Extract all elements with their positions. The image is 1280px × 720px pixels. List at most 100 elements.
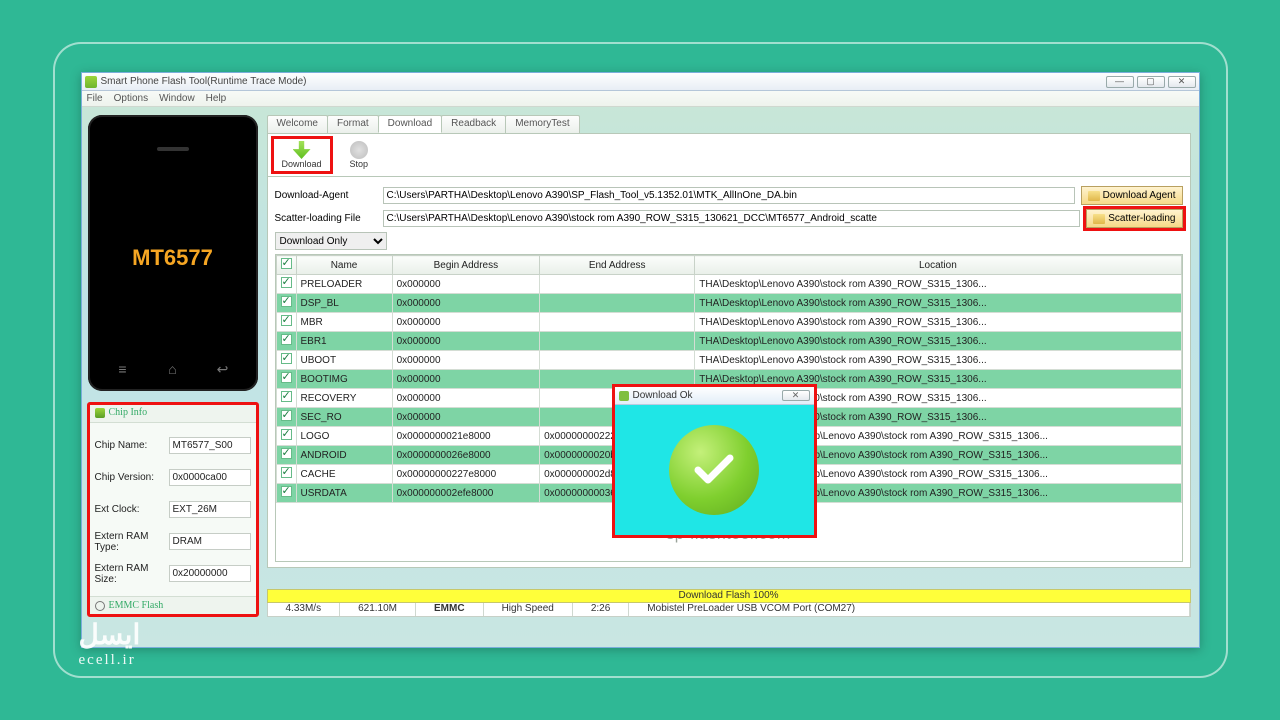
row-checkbox[interactable] [281, 391, 292, 402]
table-row[interactable]: DSP_BL0x000000 THA\Desktop\Lenovo A390\st… [276, 294, 1181, 313]
phone-back-icon: ↩ [213, 361, 233, 375]
row-checkbox[interactable] [281, 467, 292, 478]
menu-options[interactable]: Options [114, 91, 148, 106]
dialog-close-button[interactable]: ✕ [782, 390, 810, 401]
download-button[interactable]: Download [274, 139, 330, 171]
status-time: 2:26 [573, 603, 629, 616]
cell-end [540, 332, 695, 351]
table-row[interactable]: UBOOT0x000000 THA\Desktop\Lenovo A390\sto… [276, 351, 1181, 370]
status-emmc: EMMC [416, 603, 484, 616]
status-speed: 4.33M/s [268, 603, 341, 616]
tab-download[interactable]: Download [378, 115, 442, 133]
maximize-button[interactable]: ▢ [1137, 76, 1165, 88]
menu-help[interactable]: Help [206, 91, 227, 106]
table-row[interactable]: PRELOADER0x000000THA\Desktop\Lenovo A390… [276, 275, 1181, 294]
stop-button[interactable]: Stop [346, 139, 373, 171]
app-window: Smart Phone Flash Tool(Runtime Trace Mod… [81, 72, 1200, 648]
cell-name: RECOVERY [296, 389, 392, 408]
phone-menu-icon: ≡ [113, 361, 133, 375]
tab-welcome[interactable]: Welcome [267, 115, 329, 133]
status-total: 621.10M [340, 603, 416, 616]
tab-readback[interactable]: Readback [441, 115, 506, 133]
phone-preview: MT6577 ≡ ⌂ ↩ [88, 115, 258, 391]
cell-name: USRDATA [296, 484, 392, 503]
row-checkbox[interactable] [281, 429, 292, 440]
scatter-input[interactable] [383, 210, 1081, 227]
cell-end [540, 313, 695, 332]
window-title: Smart Phone Flash Tool(Runtime Trace Mod… [101, 76, 307, 87]
dialog-title: Download Ok [633, 390, 693, 401]
close-button[interactable]: ✕ [1168, 76, 1196, 88]
row-checkbox[interactable] [281, 372, 292, 383]
ram-size-value: 0x20000000 [169, 565, 251, 582]
cell-name: UBOOT [296, 351, 392, 370]
cell-name: DSP_BL [296, 294, 392, 313]
row-checkbox[interactable] [281, 296, 292, 307]
tab-memorytest[interactable]: MemoryTest [505, 115, 579, 133]
status-port: Mobistel PreLoader USB VCOM Port (COM27) [629, 603, 1189, 616]
status-bar: Download Flash 100% 4.33M/s 621.10M EMMC… [267, 589, 1191, 617]
scatter-label: Scatter-loading File [275, 213, 377, 224]
cell-begin: 0x000000 [392, 370, 540, 389]
table-row[interactable]: EBR10x000000 THA\Desktop\Lenovo A390\stoc… [276, 332, 1181, 351]
page-watermark: ایسل ecell.ir [79, 622, 141, 668]
cell-name: SEC_RO [296, 408, 392, 427]
check-all[interactable] [281, 258, 292, 269]
menu-file[interactable]: File [87, 91, 103, 106]
folder-icon [1088, 191, 1100, 201]
cell-location: THA\Desktop\Lenovo A390\stock rom A390_R… [695, 351, 1181, 370]
cell-begin: 0x000000 [392, 294, 540, 313]
cell-end [540, 294, 695, 313]
cell-name: MBR [296, 313, 392, 332]
tab-format[interactable]: Format [327, 115, 379, 133]
cell-location: THA\Desktop\Lenovo A390\stock rom A390_R… [695, 294, 1181, 313]
cell-location: THA\Desktop\Lenovo A390\stock rom A390_R… [695, 332, 1181, 351]
row-checkbox[interactable] [281, 315, 292, 326]
gear-icon [95, 601, 105, 611]
toolbar: Download Stop [267, 133, 1191, 177]
cell-name: EBR1 [296, 332, 392, 351]
cell-location: THA\Desktop\Lenovo A390\stock rom A390_R… [695, 313, 1181, 332]
cell-begin: 0x000000 [392, 351, 540, 370]
da-label: Download-Agent [275, 190, 377, 201]
phone-home-icon: ⌂ [163, 361, 183, 375]
download-icon [293, 141, 311, 159]
menu-window[interactable]: Window [159, 91, 195, 106]
chip-version-value: 0x0000ca00 [169, 469, 251, 486]
mode-select[interactable]: Download Only [275, 232, 387, 250]
chip-icon [95, 408, 105, 418]
row-checkbox[interactable] [281, 410, 292, 421]
status-mode: High Speed [484, 603, 573, 616]
row-checkbox[interactable] [281, 353, 292, 364]
cell-begin: 0x000000 [392, 332, 540, 351]
cell-begin: 0x000000 [392, 389, 540, 408]
da-input[interactable] [383, 187, 1075, 204]
chip-label: MT6577 [132, 247, 213, 269]
cell-name: ANDROID [296, 446, 392, 465]
ram-type-value: DRAM [169, 533, 251, 550]
cell-begin: 0x0000000026e8000 [392, 446, 540, 465]
row-checkbox[interactable] [281, 448, 292, 459]
download-agent-button[interactable]: Download Agent [1081, 186, 1183, 205]
row-checkbox[interactable] [281, 334, 292, 345]
cell-begin: 0x0000000021e8000 [392, 427, 540, 446]
row-checkbox[interactable] [281, 486, 292, 497]
progress-bar: Download Flash 100% [267, 589, 1191, 603]
cell-location: THA\Desktop\Lenovo A390\stock rom A390_R… [695, 275, 1181, 294]
scatter-loading-button[interactable]: Scatter-loading [1086, 209, 1182, 228]
cell-begin: 0x000000 [392, 408, 540, 427]
row-checkbox[interactable] [281, 277, 292, 288]
table-row[interactable]: MBR0x000000THA\Desktop\Lenovo A390\stock… [276, 313, 1181, 332]
phone-speaker-icon [157, 147, 189, 151]
cell-begin: 0x000000002efe8000 [392, 484, 540, 503]
ext-clock-value: EXT_26M [169, 501, 251, 518]
stop-icon [350, 141, 368, 159]
cell-name: CACHE [296, 465, 392, 484]
chip-name-value: MT6577_S00 [169, 437, 251, 454]
dialog-icon [619, 391, 629, 401]
cell-name: BOOTIMG [296, 370, 392, 389]
folder-icon [1093, 214, 1105, 224]
menubar: File Options Window Help [82, 91, 1199, 107]
minimize-button[interactable]: — [1106, 76, 1134, 88]
cell-end [540, 351, 695, 370]
